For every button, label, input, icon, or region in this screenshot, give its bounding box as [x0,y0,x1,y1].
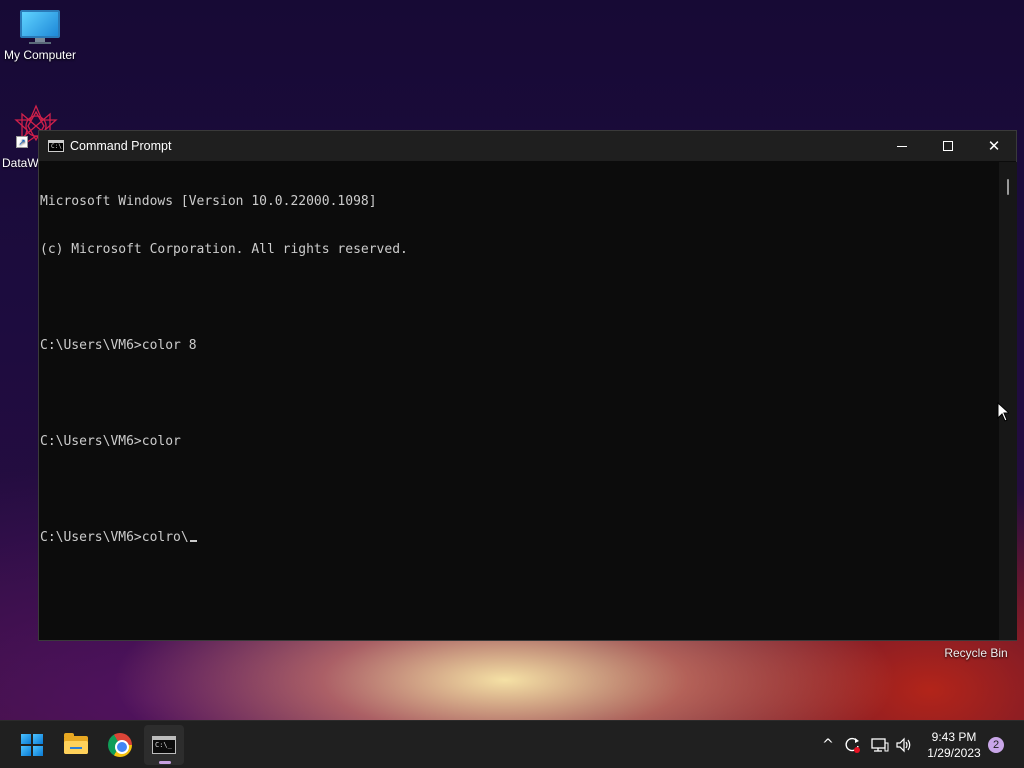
mouse-pointer-icon [997,402,1009,422]
console-input-line[interactable]: C:\Users\VM6>colro\ [40,530,999,546]
console-line: C:\Users\VM6>color 8 [40,338,197,353]
minimize-icon [897,145,907,147]
vertical-scrollbar[interactable] [999,162,1017,640]
start-button[interactable] [12,725,52,765]
network-icon [871,738,889,752]
taskbar-file-explorer[interactable] [56,725,96,765]
chrome-icon [108,733,132,757]
text-cursor [189,540,197,542]
network-button[interactable] [868,733,892,757]
clock-button[interactable]: 9:43 PM 1/29/2023 [920,729,988,761]
console-output[interactable]: Microsoft Windows [Version 10.0.22000.10… [39,162,999,640]
clock-time: 9:43 PM [931,730,977,744]
console-line: Microsoft Windows [Version 10.0.22000.10… [40,194,377,209]
active-app-indicator [159,761,171,764]
desktop-icon-label: DataW [2,156,39,170]
volume-button[interactable] [892,733,916,757]
cmd-icon: C:\_ [152,736,176,754]
console-line: (c) Microsoft Corporation. All rights re… [40,242,408,257]
shortcut-arrow-icon: ↗ [16,136,28,148]
desktop-icon-my-computer[interactable]: My Computer [0,10,80,62]
monitor-icon [20,10,60,44]
taskbar-chrome[interactable] [100,725,140,765]
desktop-icon-label: My Computer [3,48,77,62]
speaker-icon [896,737,911,753]
taskbar-command-prompt[interactable]: C:\_ [144,725,184,765]
cmd-icon: C:\ [48,140,64,152]
sync-status-button[interactable] [840,733,864,757]
minimize-button[interactable] [879,131,925,161]
windows-logo-icon [21,734,43,756]
console-line: C:\Users\VM6>color [40,434,181,449]
notification-badge[interactable]: 2 [988,737,1004,753]
chevron-up-icon: ^ [822,737,834,753]
folder-icon [64,733,88,754]
show-hidden-icons-button[interactable]: ^ [816,733,840,757]
close-button[interactable]: ✕ [971,131,1017,161]
scrollbar-thumb[interactable] [1007,179,1009,195]
window-title: Command Prompt [70,139,172,153]
command-prompt-window[interactable]: C:\ Command Prompt ✕ Microsoft Windows [… [38,130,1017,641]
sync-icon [845,737,860,753]
maximize-button[interactable] [925,131,971,161]
close-icon: ✕ [987,136,1001,155]
console-current-input: C:\Users\VM6>colro\ [40,530,189,545]
clock-date: 1/29/2023 [927,746,981,760]
maximize-icon [943,141,953,151]
desktop-icon-recycle-bin-label[interactable]: Recycle Bin [936,646,1016,660]
window-titlebar[interactable]: C:\ Command Prompt ✕ [39,131,1016,161]
taskbar: C:\_ ^ 9:43 PM 1/29/2023 2 [0,720,1024,768]
